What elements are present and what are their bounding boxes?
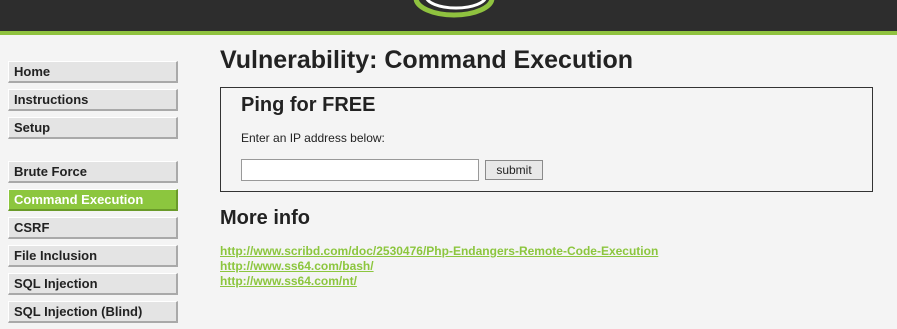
sidebar-item-setup[interactable]: Setup (8, 117, 178, 139)
submit-button[interactable]: submit (485, 160, 543, 180)
sidebar-menu: Home Instructions Setup Brute Force Comm… (8, 61, 178, 329)
dvwa-logo-icon (413, 0, 495, 18)
ip-address-input[interactable] (241, 159, 479, 181)
sidebar-item-home[interactable]: Home (8, 61, 178, 83)
link-scribd[interactable]: http://www.scribd.com/doc/2530476/Php-En… (220, 244, 658, 259)
link-ss64-bash[interactable]: http://www.ss64.com/bash/ (220, 259, 658, 274)
ping-form-box: Ping for FREE Enter an IP address below:… (220, 87, 873, 192)
sidebar-item-instructions[interactable]: Instructions (8, 89, 178, 111)
sidebar-item-command-execution[interactable]: Command Execution (8, 189, 178, 211)
sidebar-item-sql-injection[interactable]: SQL Injection (8, 273, 178, 295)
sidebar-item-csrf[interactable]: CSRF (8, 217, 178, 239)
header-accent-line (0, 31, 897, 35)
link-ss64-nt[interactable]: http://www.ss64.com/nt/ (220, 274, 658, 289)
sidebar-item-file-inclusion[interactable]: File Inclusion (8, 245, 178, 267)
top-header (0, 0, 897, 31)
more-info-links: http://www.scribd.com/doc/2530476/Php-En… (220, 244, 658, 289)
ip-address-label: Enter an IP address below: (241, 131, 385, 145)
menu-separator (8, 145, 178, 161)
page-title: Vulnerability: Command Execution (220, 46, 634, 74)
more-info-title: More info (220, 207, 310, 229)
sidebar-item-brute-force[interactable]: Brute Force (8, 161, 178, 183)
sidebar-item-sql-injection-blind[interactable]: SQL Injection (Blind) (8, 301, 178, 323)
ping-box-title: Ping for FREE (241, 94, 376, 116)
